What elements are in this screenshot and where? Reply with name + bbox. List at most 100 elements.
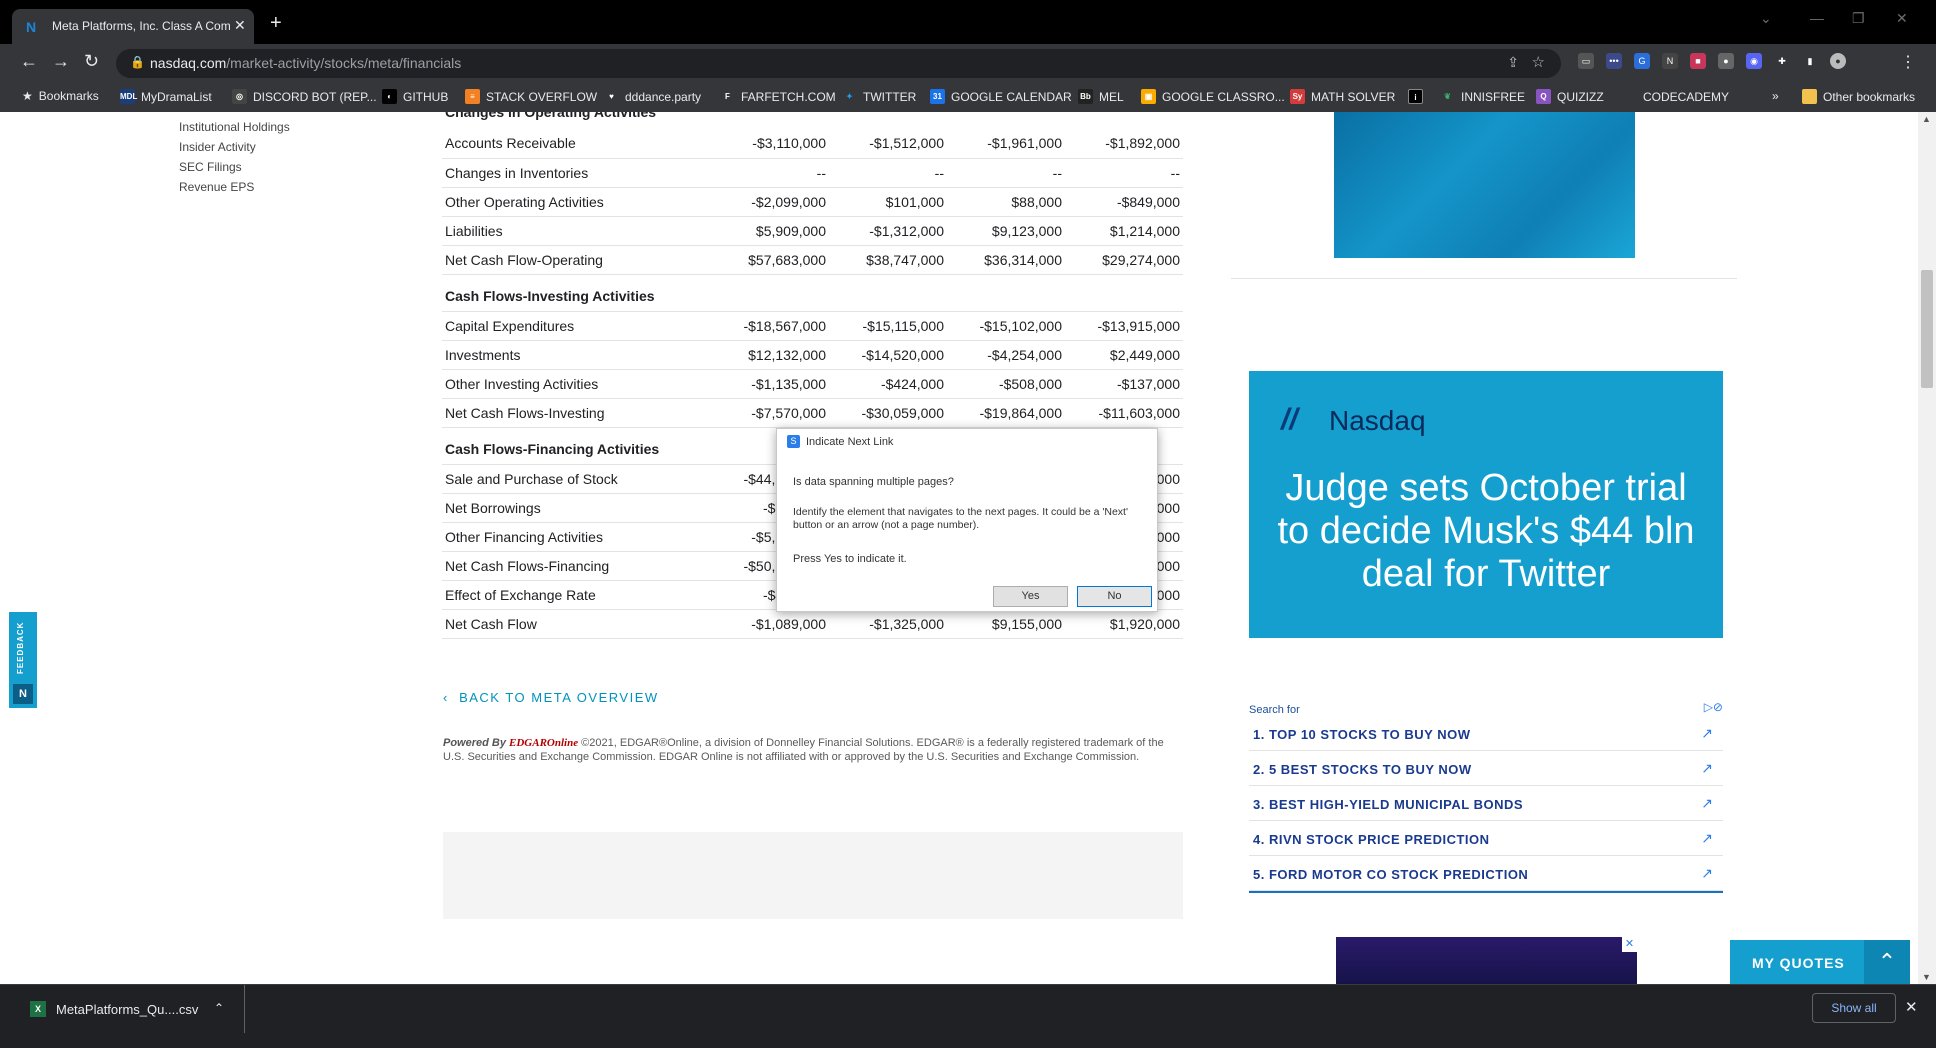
- bookmark-item[interactable]: Sy MATH SOLVER: [1290, 89, 1395, 104]
- table-cell: -$1,892,000: [1065, 129, 1183, 159]
- menu-kebab-icon[interactable]: ⋮: [1900, 52, 1916, 72]
- other-bookmarks[interactable]: Other bookmarks: [1802, 89, 1915, 104]
- forward-icon[interactable]: →: [52, 51, 70, 72]
- chevron-up-icon[interactable]: ⌃: [1864, 940, 1910, 984]
- close-tab-icon[interactable]: ✕: [234, 17, 246, 34]
- calendar-icon: 31: [930, 89, 945, 104]
- sidebar-link-revenue-eps[interactable]: Revenue EPS: [179, 180, 254, 194]
- search-suggestion-item[interactable]: 1. TOP 10 STOCKS TO BUY NOW ↗: [1249, 716, 1723, 751]
- scrollbar[interactable]: ▲ ▼: [1918, 112, 1936, 984]
- table-row: Capital Expenditures -$18,567,000 -$15,115…: [442, 311, 1183, 341]
- scroll-down-arrow-icon[interactable]: ▼: [1922, 972, 1931, 982]
- yes-button[interactable]: Yes: [993, 586, 1068, 607]
- close-ad-icon[interactable]: ✕: [1622, 937, 1637, 952]
- my-quotes-button[interactable]: MY QUOTES ⌃: [1730, 940, 1910, 984]
- no-button[interactable]: No: [1077, 586, 1152, 607]
- scroll-up-arrow-icon[interactable]: ▲: [1922, 114, 1931, 124]
- bookmark-item[interactable]: 31 GOOGLE CALENDAR: [930, 89, 1072, 104]
- translate-extension-icon[interactable]: G: [1634, 53, 1650, 69]
- side-panel-icon[interactable]: ▮: [1802, 53, 1818, 69]
- section-label: Cash Flows-Investing Activities: [442, 274, 1183, 312]
- nasdaq-news-ad[interactable]: // Nasdaq Judge sets October trial to de…: [1249, 371, 1723, 638]
- ad-banner-top[interactable]: [1334, 112, 1635, 258]
- bookmark-item[interactable]: ≡ STACK OVERFLOW: [465, 89, 597, 104]
- sidebar-link-institutional-holdings[interactable]: Institutional Holdings: [179, 120, 290, 134]
- ad-placeholder: [443, 832, 1183, 919]
- search-suggestion-item[interactable]: 2. 5 BEST STOCKS TO BUY NOW ↗: [1249, 751, 1723, 786]
- close-download-bar-icon[interactable]: ✕: [1905, 998, 1918, 1016]
- bookmark-item[interactable]: CODECADEMY: [1622, 89, 1729, 104]
- table-cell: -$14,520,000: [829, 340, 947, 370]
- download-item[interactable]: X MetaPlatforms_Qu....csv ⌃: [8, 985, 245, 1033]
- bookmark-item[interactable]: ▣ GOOGLE CLASSRO...: [1141, 89, 1285, 104]
- extension-icon[interactable]: ■: [1690, 53, 1706, 69]
- feedback-tab[interactable]: FEEDBACK N: [9, 612, 37, 708]
- bookmark-star-icon[interactable]: ☆: [1532, 53, 1545, 71]
- table-row: Net Cash Flow-Operating $57,683,000 $38,74…: [442, 245, 1183, 275]
- sidebar-link-insider-activity[interactable]: Insider Activity: [179, 140, 256, 154]
- table-cell: -$849,000: [1065, 187, 1183, 217]
- extensions-puzzle-icon[interactable]: ✚: [1774, 53, 1790, 69]
- bookmark-item[interactable]: MDL MyDramaList: [120, 89, 212, 104]
- heart-icon: ♥: [609, 92, 614, 101]
- notion-extension-icon[interactable]: N: [1662, 53, 1678, 69]
- restore-icon[interactable]: ❐: [1852, 10, 1865, 27]
- bookmark-item[interactable]: Bb MEL: [1078, 89, 1124, 104]
- bookmark-item[interactable]: ♥ dddance.party: [604, 89, 701, 104]
- address-bar[interactable]: 🔒 nasdaq.com/market-activity/stocks/meta…: [116, 49, 1561, 78]
- bookmark-item[interactable]: ◎ DISCORD BOT (REP...: [232, 89, 377, 104]
- share-icon[interactable]: ⇪: [1507, 54, 1519, 71]
- bookmark-item[interactable]: Q QUIZIZZ: [1536, 89, 1604, 104]
- chevron-up-icon[interactable]: ⌃: [214, 1001, 224, 1015]
- trend-arrow-icon: ↗: [1701, 830, 1713, 846]
- extension-icon[interactable]: ▭: [1578, 53, 1594, 69]
- app-icon: S: [787, 435, 800, 448]
- table-cell: -$1,325,000: [829, 609, 947, 639]
- tab-search-icon[interactable]: ⌄: [1760, 10, 1772, 27]
- extension-icon[interactable]: •••: [1606, 53, 1622, 69]
- browser-tab[interactable]: N Meta Platforms, Inc. Class A Com ✕: [12, 9, 254, 44]
- search-suggestion-label: 1. TOP 10 STOCKS TO BUY NOW: [1253, 727, 1471, 742]
- row-label: Net Cash Flows-Investing: [442, 398, 711, 428]
- bookmark-item[interactable]: ✦ TWITTER: [842, 89, 916, 104]
- download-bar: X MetaPlatforms_Qu....csv ⌃ Show all ✕: [0, 984, 1936, 1048]
- row-label: Net Cash Flow-Operating: [442, 245, 711, 275]
- adchoices-icon[interactable]: ▷⊘: [1704, 700, 1723, 714]
- back-to-overview-link[interactable]: ‹ BACK TO META OVERVIEW: [443, 690, 659, 705]
- scrollbar-thumb[interactable]: [1921, 270, 1933, 388]
- new-tab-icon[interactable]: +: [270, 12, 282, 35]
- search-suggestion-item[interactable]: 4. RIVN STOCK PRICE PREDICTION ↗: [1249, 821, 1723, 856]
- extension-icon[interactable]: ●: [1718, 53, 1734, 69]
- row-label: Other Financing Activities: [442, 522, 711, 552]
- bookmark-item[interactable]: i: [1408, 89, 1429, 104]
- show-all-button[interactable]: Show all: [1812, 993, 1896, 1023]
- search-suggestion-item[interactable]: 3. BEST HIGH-YIELD MUNICIPAL BONDS ↗: [1249, 786, 1723, 821]
- search-suggestion-label: 2. 5 BEST STOCKS TO BUY NOW: [1253, 762, 1472, 777]
- table-cell: -$11,603,000: [1065, 398, 1183, 428]
- reload-icon[interactable]: ↻: [84, 51, 99, 72]
- bookmark-item[interactable]: ◐ GITHUB: [382, 89, 448, 104]
- table-cell: -$4,254,000: [947, 340, 1065, 370]
- sidebar-link-sec-filings[interactable]: SEC Filings: [179, 160, 242, 174]
- bookmarks-overflow-chevron[interactable]: »: [1772, 89, 1779, 103]
- dialog-question: Is data spanning multiple pages?: [793, 476, 954, 488]
- search-for-label: Search for: [1249, 704, 1300, 716]
- bookmark-item[interactable]: ★ Bookmarks: [22, 89, 99, 103]
- search-suggestion-item[interactable]: 5. FORD MOTOR CO STOCK PREDICTION ↗: [1249, 856, 1723, 891]
- nasdaq-logo-icon: N: [13, 684, 33, 704]
- table-row: Other Operating Activities -$2,099,000 $10…: [442, 187, 1183, 217]
- ad-banner-bottom[interactable]: ✕: [1336, 937, 1637, 984]
- folder-icon: [1802, 89, 1817, 104]
- classroom-icon: ▣: [1141, 89, 1156, 104]
- avatar[interactable]: ●: [1830, 53, 1846, 69]
- browser-titlebar: N Meta Platforms, Inc. Class A Com ✕ + ⌄…: [0, 0, 1936, 44]
- minimize-icon[interactable]: —: [1810, 10, 1824, 26]
- close-window-icon[interactable]: ✕: [1896, 10, 1908, 27]
- back-icon[interactable]: ←: [20, 51, 38, 72]
- search-suggestion-label: 3. BEST HIGH-YIELD MUNICIPAL BONDS: [1253, 797, 1524, 812]
- table-cell: $1,214,000: [1065, 216, 1183, 246]
- discord-extension-icon[interactable]: ◉: [1746, 53, 1762, 69]
- bookmark-item[interactable]: ❦ INNISFREE: [1440, 89, 1525, 104]
- row-label: Net Cash Flow: [442, 609, 711, 639]
- bookmark-item[interactable]: F FARFETCH.COM: [720, 89, 836, 104]
